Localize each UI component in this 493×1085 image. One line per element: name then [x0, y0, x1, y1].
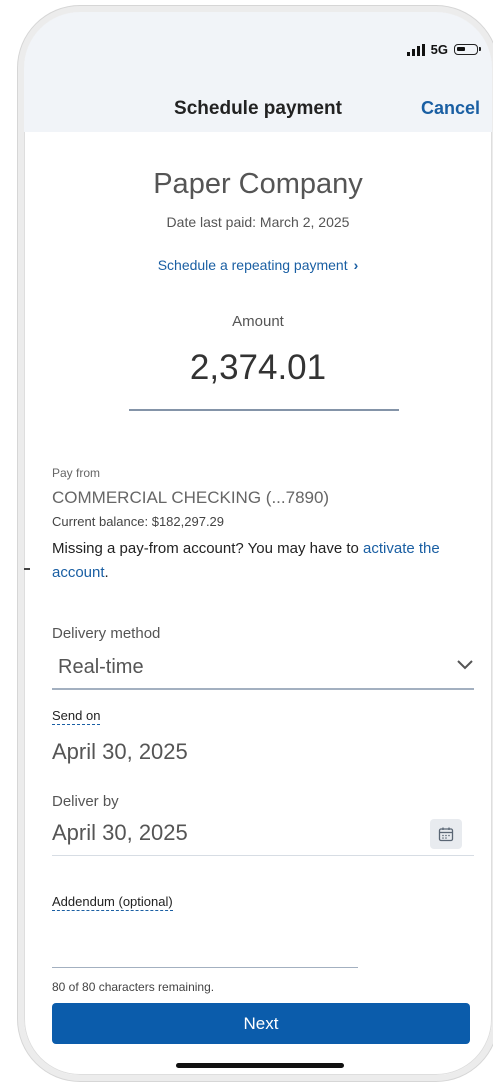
nav-bar: Schedule payment Cancel: [24, 88, 492, 132]
next-button[interactable]: Next: [52, 1003, 470, 1044]
signal-icon: [406, 43, 425, 56]
deliver-by-underline: [52, 855, 474, 856]
pay-from-label: Pay from: [52, 466, 101, 480]
send-on-date: April 30, 2025: [52, 739, 188, 764]
delivery-method-select[interactable]: Real-time: [58, 656, 144, 679]
schedule-repeating-label: Schedule a repeating payment: [157, 257, 348, 273]
schedule-repeating-link[interactable]: Schedule a repeating payment ›: [24, 257, 492, 273]
cancel-button[interactable]: Cancel: [421, 98, 480, 119]
deliver-by-label: Deliver by: [52, 793, 119, 810]
phone-frame: 5G Schedule payment Cancel Paper Company…: [18, 6, 493, 1081]
network-label: 5G: [430, 42, 448, 57]
amount-input[interactable]: 2,374.01: [24, 348, 492, 388]
chevron-right-icon: ›: [353, 257, 359, 273]
battery-icon: [454, 44, 481, 55]
amount-underline: [129, 409, 399, 411]
missing-account-note: Missing a pay-from account? You may have…: [52, 537, 462, 585]
send-on-label[interactable]: Send on: [52, 708, 101, 725]
missing-account-period: .: [104, 564, 109, 581]
side-marker: [24, 568, 30, 570]
deliver-by-date[interactable]: April 30, 2025: [52, 820, 188, 846]
calendar-button[interactable]: [430, 819, 462, 849]
addendum-label[interactable]: Addendum (optional): [52, 894, 173, 911]
last-paid-date: Date last paid: March 2, 2025: [166, 214, 350, 230]
delivery-method-underline: [52, 688, 474, 690]
delivery-method-label: Delivery method: [52, 625, 161, 642]
home-indicator[interactable]: [176, 1063, 344, 1068]
addendum-input[interactable]: [52, 922, 358, 968]
current-balance: Current balance: $182,297.29: [52, 514, 225, 529]
calendar-icon: [438, 827, 454, 842]
amount-label: Amount: [232, 313, 284, 330]
payee-name: Paper Company: [153, 168, 363, 200]
chevron-down-icon[interactable]: [456, 657, 474, 671]
missing-account-text: Missing a pay-from account? You may have…: [52, 540, 364, 557]
status-bar: 5G: [24, 12, 492, 88]
pay-from-account: COMMERCIAL CHECKING (...7890): [52, 488, 330, 507]
characters-remaining: 80 of 80 characters remaining.: [52, 980, 215, 994]
status-indicators: 5G: [406, 42, 481, 57]
